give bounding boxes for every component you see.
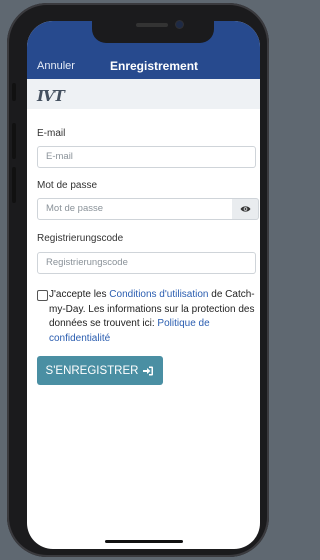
password-label: Mot de passe bbox=[37, 180, 98, 191]
password-field[interactable]: Mot de passe bbox=[37, 198, 233, 220]
sign-in-icon bbox=[143, 366, 154, 375]
show-password-button[interactable] bbox=[232, 198, 259, 220]
mute-switch bbox=[12, 83, 16, 101]
register-button-label: S'ENREGISTRER bbox=[45, 364, 139, 377]
email-field[interactable]: E-mail bbox=[37, 146, 256, 168]
consent-text: J'accepte les Conditions d'utilisation d… bbox=[49, 288, 257, 346]
consent-text-part-1: J'accepte les bbox=[49, 289, 110, 300]
registration-code-field[interactable]: Registrierungscode bbox=[37, 252, 256, 274]
volume-down-button bbox=[12, 167, 16, 203]
email-label: E-mail bbox=[37, 128, 66, 139]
accept-terms-checkbox[interactable] bbox=[37, 290, 48, 301]
company-logo: IVT bbox=[37, 87, 65, 105]
phone-notch bbox=[92, 17, 214, 43]
home-indicator bbox=[105, 540, 183, 543]
cancel-button[interactable]: Annuler bbox=[37, 60, 75, 72]
register-button[interactable]: S'ENREGISTRER bbox=[37, 356, 163, 385]
eye-icon bbox=[240, 206, 250, 212]
page-title: Enregistrement bbox=[110, 59, 199, 73]
registration-code-label: Registrierungscode bbox=[37, 233, 124, 244]
speaker-grille bbox=[136, 23, 168, 27]
front-camera bbox=[176, 21, 183, 28]
volume-up-button bbox=[12, 123, 16, 159]
terms-link[interactable]: Conditions d'utilisation bbox=[109, 289, 208, 300]
app-screen: Annuler Enregistrement IVT E-mail E-mail… bbox=[27, 21, 260, 549]
